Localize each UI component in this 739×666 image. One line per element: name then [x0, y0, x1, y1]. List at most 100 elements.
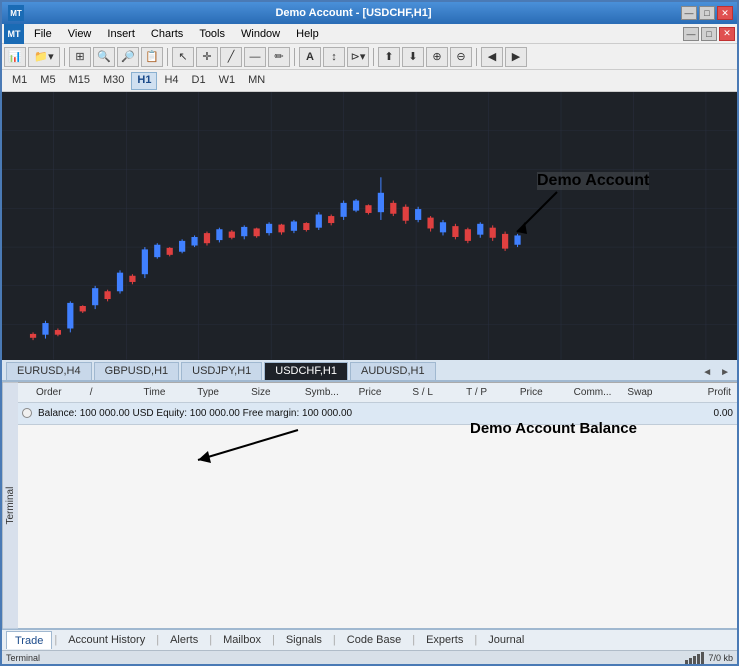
magnify-btn[interactable]: ⊕ [426, 47, 448, 67]
col-comm: Comm... [572, 387, 626, 398]
window-title: Demo Account - [USDCHF,H1] [26, 7, 681, 19]
tab-scroll-right[interactable]: ► [717, 367, 733, 378]
sep-1: | [52, 634, 59, 646]
menu-insert[interactable]: Insert [99, 24, 143, 44]
tab-codebase[interactable]: Code Base [338, 631, 410, 649]
demo-balance-label: Demo Account Balance [470, 420, 637, 437]
toolbar-1: 📊 📁▾ ⊞ 🔍 🔎 📋 ↖ ✛ ╱ — ✏ A ↕ ⊳▾ ⬆ ⬇ ⊕ ⊖ ◀ … [2, 44, 737, 70]
timeframe-bar: M1 M5 M15 M30 H1 H4 D1 W1 MN [2, 70, 737, 92]
menu-bar-right: — □ ✕ [683, 27, 737, 41]
tab-alerts[interactable]: Alerts [161, 631, 207, 649]
scroll-left-btn[interactable]: ◀ [481, 47, 503, 67]
inner-app: MT File View Insert Charts Tools Window … [2, 24, 737, 664]
new-chart-btn[interactable]: 📊 [4, 47, 26, 67]
menu-help[interactable]: Help [288, 24, 327, 44]
cursor-btn[interactable]: ↖ [172, 47, 194, 67]
app-logo: MT [8, 5, 24, 21]
hline-btn[interactable]: — [244, 47, 266, 67]
sep3 [294, 48, 295, 66]
col-tp: T / P [464, 387, 518, 398]
tf-mn[interactable]: MN [242, 72, 271, 90]
chart-tab-audusd[interactable]: AUDUSD,H1 [350, 362, 436, 380]
terminal-side-label[interactable]: Terminal [2, 383, 18, 629]
sep-4: | [270, 634, 277, 646]
zoom-out-btn[interactable]: 🔎 [117, 47, 139, 67]
sep-6: | [410, 634, 417, 646]
chart-down-btn[interactable]: ⬇ [402, 47, 424, 67]
tab-trade[interactable]: Trade [6, 631, 52, 649]
sep-7: | [472, 634, 479, 646]
balance-indicator [22, 408, 32, 418]
sep4 [373, 48, 374, 66]
chart-container: Demo Account [2, 92, 737, 360]
tab-mailbox[interactable]: Mailbox [214, 631, 270, 649]
tf-w1[interactable]: W1 [213, 72, 242, 90]
terminal-empty-area: Demo Account Balance [18, 425, 737, 629]
sep-5: | [331, 634, 338, 646]
tab-experts[interactable]: Experts [417, 631, 472, 649]
chart-tab-usdjpy[interactable]: USDJPY,H1 [181, 362, 262, 380]
pencil-btn[interactable]: ✏ [268, 47, 290, 67]
tf-m30[interactable]: M30 [97, 72, 130, 90]
chart-tab-eurusd[interactable]: EURUSD,H4 [6, 362, 92, 380]
signal-bars [685, 652, 704, 664]
tf-m15[interactable]: M15 [63, 72, 96, 90]
inner-minimize[interactable]: — [683, 27, 699, 41]
tf-m1[interactable]: M1 [6, 72, 33, 90]
col-sl: S / L [410, 387, 464, 398]
menu-bar: MT File View Insert Charts Tools Window … [2, 24, 737, 44]
more-btn[interactable]: ⊳▾ [347, 47, 369, 67]
arrow-btn[interactable]: ↕ [323, 47, 345, 67]
title-bar: MT Demo Account - [USDCHF,H1] — □ ✕ [2, 2, 737, 24]
maximize-button[interactable]: □ [699, 6, 715, 20]
scroll-right-btn[interactable]: ▶ [505, 47, 527, 67]
main-window: MT Demo Account - [USDCHF,H1] — □ ✕ MT F… [0, 0, 739, 666]
minimize-button[interactable]: — [681, 6, 697, 20]
inner-restore[interactable]: □ [701, 27, 717, 41]
menu-tools[interactable]: Tools [191, 24, 233, 44]
menu-file[interactable]: File [26, 24, 60, 44]
col-size: Size [249, 387, 303, 398]
col-time: Time [142, 387, 196, 398]
menu-logo: MT [4, 24, 24, 44]
open-btn[interactable]: 📁▾ [28, 47, 60, 67]
crosshair-btn[interactable]: ✛ [196, 47, 218, 67]
status-bar: Terminal 7/0 kb [2, 650, 737, 664]
tf-h1[interactable]: H1 [131, 72, 157, 90]
terminal-area: Terminal Order / Time Type Size Symb... … [2, 382, 737, 651]
tab-scroll-left[interactable]: ◄ [699, 367, 715, 378]
inner-close[interactable]: ✕ [719, 27, 735, 41]
tab-journal[interactable]: Journal [479, 631, 533, 649]
sep1 [64, 48, 65, 66]
col-type: Type [195, 387, 249, 398]
col-profit: Profit [679, 387, 733, 398]
chart-tabs: EURUSD,H4 GBPUSD,H1 USDJPY,H1 USDCHF,H1 … [2, 360, 737, 382]
menu-charts[interactable]: Charts [143, 24, 191, 44]
menu-view[interactable]: View [60, 24, 100, 44]
profiles-btn[interactable]: ⊞ [69, 47, 91, 67]
close-button[interactable]: ✕ [717, 6, 733, 20]
menu-window[interactable]: Window [233, 24, 288, 44]
col-symb: Symb... [303, 387, 357, 398]
chart-tab-gbpusd[interactable]: GBPUSD,H1 [94, 362, 180, 380]
tf-d1[interactable]: D1 [186, 72, 212, 90]
chart-tab-usdchf[interactable]: USDCHF,H1 [264, 362, 348, 380]
templates-btn[interactable]: 📋 [141, 47, 163, 67]
tf-m5[interactable]: M5 [34, 72, 61, 90]
zoom-in-btn[interactable]: 🔍 [93, 47, 115, 67]
bar2 [689, 658, 692, 664]
text-btn[interactable]: A [299, 47, 321, 67]
line-btn[interactable]: ╱ [220, 47, 242, 67]
magnify-out-btn[interactable]: ⊖ [450, 47, 472, 67]
bar3 [693, 656, 696, 664]
tf-h4[interactable]: H4 [158, 72, 184, 90]
col-slash: / [88, 387, 142, 398]
col-swap: Swap [625, 387, 679, 398]
chart-up-btn[interactable]: ⬆ [378, 47, 400, 67]
balance-text: Balance: 100 000.00 USD Equity: 100 000.… [38, 408, 714, 419]
tab-account-history[interactable]: Account History [59, 631, 154, 649]
bar5 [701, 652, 704, 664]
sep5 [476, 48, 477, 66]
status-terminal: Terminal [6, 653, 40, 663]
tab-signals[interactable]: Signals [277, 631, 331, 649]
